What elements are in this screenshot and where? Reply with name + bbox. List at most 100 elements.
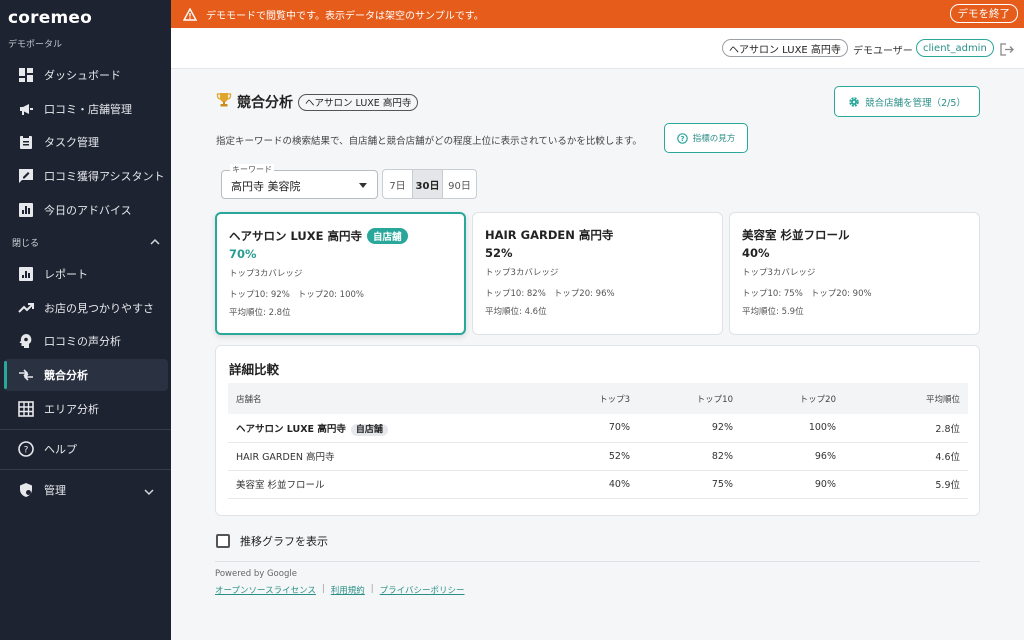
sidebar-item-help[interactable]: ? ヘルプ: [4, 433, 168, 465]
compare-arrows-icon: [17, 366, 35, 384]
table-row: 美容室 杉並フロール 40% 75% 90% 5.9位: [228, 470, 968, 499]
card-metric-label: トップ3カバレッジ: [485, 268, 559, 278]
store-name-cell: 美容室 杉並フロール: [228, 470, 528, 499]
card-store-name: HAIR GARDEN 高円寺: [485, 228, 614, 242]
top3-cell: 40%: [528, 470, 638, 499]
sidebar-item-reviews[interactable]: 口コミ・店舗管理: [4, 93, 168, 125]
period-30d-button[interactable]: 30日: [413, 170, 443, 198]
card-top3-pct: 70%: [229, 247, 257, 261]
banner-message: デモモードで閲覧中です。表示データは架空のサンプルです。: [206, 10, 484, 22]
column-header: 店舗名: [228, 383, 528, 414]
current-store-chip[interactable]: ヘアサロン LUXE 高円寺: [722, 39, 848, 57]
avg-rank-cell: 4.6位: [844, 442, 968, 471]
top10-cell: 92%: [638, 414, 741, 443]
metrics-guide-button[interactable]: ? 指標の見方: [664, 123, 748, 153]
table-row: HAIR GARDEN 高円寺 52% 82% 96% 4.6位: [228, 442, 968, 471]
card-avg-rank: 平均順位: 5.9位: [742, 307, 804, 317]
user-label: デモユーザー: [853, 46, 913, 57]
section-collapse-toggle[interactable]: 閉じる: [12, 236, 160, 249]
sidebar-item-advice[interactable]: 今日のアドバイス: [4, 194, 168, 226]
sidebar-item-label: 口コミ獲得アシスタント: [44, 170, 165, 183]
store-card-competitor[interactable]: 美容室 杉並フロール 40% トップ3カバレッジ トップ10: 75% トップ20…: [729, 212, 980, 335]
sidebar-item-tasks[interactable]: タスク管理: [4, 126, 168, 158]
oss-license-link[interactable]: オープンソースライセンス: [215, 584, 316, 596]
store-card-own[interactable]: ヘアサロン LUXE 高円寺 自店舗 70% トップ3カバレッジ トップ10: 9…: [215, 212, 466, 335]
help-circle-icon: ?: [676, 132, 688, 144]
footer-links: オープンソースライセンス | 利用規約 | プライバシーポリシー: [215, 584, 465, 596]
manage-competitors-button[interactable]: 競合店舗を管理（2/5）: [834, 86, 980, 117]
period-toggle: 7日 30日 90日: [382, 169, 477, 199]
top20-cell: 100%: [741, 414, 844, 443]
clipboard-icon: [17, 133, 35, 151]
keyword-label: キーワード: [230, 164, 274, 175]
sidebar-item-label: ダッシュボード: [44, 69, 121, 82]
store-name-cell: ヘアサロン LUXE 高円寺 自店舗: [228, 414, 528, 443]
divider: [0, 429, 171, 430]
chevron-down-icon: [144, 486, 154, 499]
sidebar-item-report[interactable]: レポート: [4, 258, 168, 290]
card-top3-pct: 52%: [485, 246, 513, 260]
page-title: 競合分析: [237, 95, 293, 111]
card-store-name: ヘアサロン LUXE 高円寺: [229, 229, 362, 243]
terms-link[interactable]: 利用規約: [331, 584, 365, 596]
sidebar-item-dashboard[interactable]: ダッシュボード: [4, 59, 168, 91]
sidebar-item-label: お店の見つかりやすさ: [44, 302, 154, 315]
sidebar-item-voice-analysis[interactable]: 口コミの声分析: [4, 325, 168, 357]
caret-down-icon: [359, 183, 367, 188]
sidebar-item-findability[interactable]: お店の見つかりやすさ: [4, 292, 168, 324]
demo-banner: デモモードで閲覧中です。表示データは架空のサンプルです。 デモを終了: [171, 0, 1024, 28]
sidebar-item-label: 管理: [44, 484, 66, 497]
top3-cell: 70%: [528, 414, 638, 443]
column-header: トップ20: [741, 383, 844, 414]
period-7d-button[interactable]: 7日: [383, 170, 413, 198]
show-trend-toggle[interactable]: 推移グラフを表示: [216, 533, 328, 549]
period-90d-button[interactable]: 90日: [443, 170, 476, 198]
store-name-cell: HAIR GARDEN 高円寺: [228, 442, 528, 471]
brand-logo[interactable]: coremeo: [8, 8, 92, 28]
sidebar-item-area[interactable]: エリア分析: [4, 393, 168, 425]
comparison-table: 店舗名 トップ3 トップ10 トップ20 平均順位 ヘアサロン LUXE 高円寺…: [228, 383, 968, 499]
avg-rank-cell: 2.8位: [844, 414, 968, 443]
bar-chart-icon: [17, 265, 35, 283]
admin-shield-icon: [17, 481, 35, 499]
logout-icon[interactable]: [1000, 41, 1014, 60]
head-icon: [17, 332, 35, 350]
trend-checkbox[interactable]: [216, 534, 230, 548]
exit-demo-button[interactable]: デモを終了: [949, 4, 1018, 23]
page-header: 競合分析 ヘアサロン LUXE 高円寺: [216, 92, 419, 112]
page-description: 指定キーワードの検索結果で、自店舗と競合店舗がどの程度上位に表示されているかを比…: [216, 136, 642, 147]
sidebar-item-review-assistant[interactable]: 口コミ獲得アシスタント: [4, 160, 168, 192]
card-top3-pct: 40%: [742, 246, 770, 260]
review-edit-icon: [17, 167, 35, 185]
store-card-competitor[interactable]: HAIR GARDEN 高円寺 52% トップ3カバレッジ トップ10: 82%…: [472, 212, 723, 335]
sidebar-item-competitor[interactable]: 競合分析: [4, 359, 168, 391]
separator: |: [370, 584, 374, 594]
card-top10-top20: トップ10: 75% トップ20: 90%: [742, 287, 872, 299]
card-top20: トップ20: 90%: [810, 289, 872, 299]
username-chip[interactable]: client_admin: [916, 39, 994, 57]
own-store-badge: 自店舗: [367, 228, 408, 244]
section-label: 閉じる: [12, 239, 40, 249]
keyword-value: 高円寺 美容院: [231, 180, 301, 193]
card-top10-top20: トップ10: 92% トップ20: 100%: [229, 288, 364, 300]
top-bar: ヘアサロン LUXE 高円寺 デモユーザー client_admin: [171, 28, 1024, 69]
card-top20: トップ20: 96%: [553, 289, 615, 299]
column-header: トップ10: [638, 383, 741, 414]
own-store-badge: 自店舗: [350, 423, 388, 436]
sidebar-item-label: ヘルプ: [44, 443, 77, 456]
privacy-link[interactable]: プライバシーポリシー: [380, 584, 465, 596]
store-chip: ヘアサロン LUXE 高円寺: [298, 93, 419, 111]
top20-cell: 90%: [741, 470, 844, 499]
sidebar-item-admin[interactable]: 管理: [4, 474, 168, 506]
column-header: トップ3: [528, 383, 638, 414]
top10-cell: 75%: [638, 470, 741, 499]
sidebar-item-label: 今日のアドバイス: [44, 204, 132, 217]
sidebar-item-label: レポート: [44, 268, 88, 281]
dashboard-icon: [17, 66, 35, 84]
detail-comparison: 詳細比較 店舗名 トップ3 トップ10 トップ20 平均順位 ヘアサロン LUX…: [215, 345, 980, 516]
footer-divider: [215, 561, 980, 562]
card-top10: トップ10: 75%: [742, 289, 803, 299]
keyword-select[interactable]: キーワード 高円寺 美容院: [221, 164, 378, 199]
sidebar-item-label: エリア分析: [44, 403, 99, 416]
metrics-guide-label: 指標の見方: [692, 134, 736, 144]
